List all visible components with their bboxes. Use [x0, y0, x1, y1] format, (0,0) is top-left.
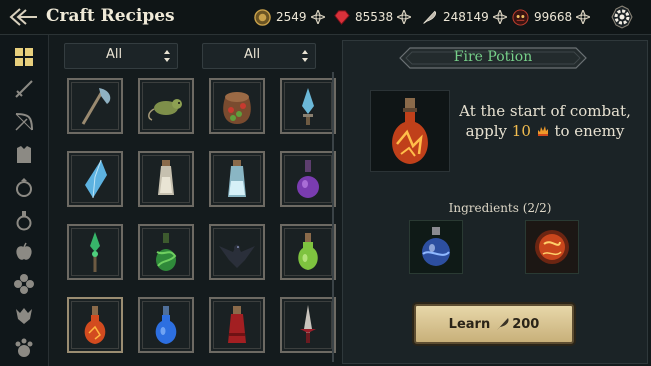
recipe-slot[interactable] — [209, 224, 265, 280]
sort-arrows-icon — [164, 50, 170, 62]
emerald-spear-icon — [90, 232, 100, 272]
armor-icon[interactable] — [13, 144, 35, 166]
grid-scrollbar[interactable] — [332, 72, 334, 362]
apple-icon[interactable] — [13, 241, 35, 263]
crimson-blade-icon — [300, 305, 316, 343]
add-essence-button[interactable] — [576, 10, 591, 24]
description-text-end: to enemy — [549, 122, 625, 140]
grid-icon[interactable] — [13, 46, 35, 68]
mana-flask-icon — [422, 227, 450, 266]
blood-potion-icon — [228, 306, 246, 343]
red-gem-icon — [334, 9, 350, 25]
feather-quill-icon — [422, 9, 436, 24]
recipe-slot[interactable] — [280, 224, 336, 280]
ingredients-label: Ingredients (2/2) — [448, 201, 552, 215]
learn-label: Learn — [448, 316, 491, 332]
beast-icon[interactable] — [13, 305, 35, 327]
category-filter-value: All — [105, 47, 123, 62]
resource-gems: 85538 — [333, 7, 412, 27]
pet-paw-icon[interactable] — [13, 337, 35, 359]
ice-crystal-icon — [85, 159, 107, 199]
gold-amount: 2549 — [276, 10, 307, 24]
page-title: Craft Recipes — [46, 6, 175, 26]
recipe-description: At the start of combat, apply 10 to enem… — [455, 101, 635, 141]
fire-potion-icon — [84, 306, 106, 344]
bone-bottle-icon — [158, 160, 174, 195]
purple-potion-icon — [297, 160, 319, 198]
fire-orb-icon — [535, 230, 569, 264]
recipe-slot[interactable] — [280, 78, 336, 134]
recipe-slot[interactable] — [280, 297, 336, 353]
battle-axe-icon — [81, 88, 111, 125]
recipe-slot[interactable] — [138, 224, 194, 280]
recipe-slot[interactable] — [209, 151, 265, 207]
top-bar: Craft Recipes 2549 85538 248149 99668 — [0, 0, 651, 35]
add-gems-button[interactable] — [397, 10, 412, 24]
learn-cost: 200 — [512, 316, 540, 332]
type-filter-value: All — [243, 47, 261, 62]
resource-gold: 2549 — [254, 7, 325, 27]
frost-bottle-icon — [228, 160, 246, 197]
green-potion-icon — [298, 233, 318, 270]
resource-feathers: 248149 — [421, 7, 507, 27]
blue-potion-icon — [155, 306, 177, 344]
recipe-slot[interactable] — [67, 151, 123, 207]
recipe-slot[interactable] — [209, 78, 265, 134]
settings-gear-icon[interactable] — [609, 5, 635, 29]
add-gold-button[interactable] — [310, 10, 325, 24]
type-filter-dropdown[interactable]: All — [202, 43, 316, 69]
recipe-slot[interactable] — [67, 224, 123, 280]
gems-amount: 85538 — [355, 10, 394, 24]
burn-flame-icon — [537, 126, 548, 136]
feather-quill-icon — [497, 318, 509, 330]
ingredient-slot[interactable] — [409, 220, 463, 274]
crystal-dagger-icon — [302, 88, 314, 125]
resource-essence: 99668 — [512, 7, 591, 27]
feathers-amount: 248149 — [443, 10, 489, 24]
potion-icon[interactable] — [13, 209, 35, 231]
category-filter-dropdown[interactable]: All — [64, 43, 178, 69]
recipe-slot[interactable] — [138, 151, 194, 207]
recipe-slot[interactable] — [209, 297, 265, 353]
add-feathers-button[interactable] — [492, 10, 507, 24]
rat-icon — [148, 99, 182, 121]
sort-arrows-icon — [302, 50, 308, 62]
recipe-slot-selected[interactable] — [67, 297, 123, 353]
green-vine-potion-icon — [156, 233, 177, 271]
essence-amount: 99668 — [534, 10, 573, 24]
sword-icon[interactable] — [13, 78, 35, 100]
bow-icon[interactable] — [13, 111, 35, 133]
demon-skull-icon — [512, 8, 529, 26]
ingredient-slot[interactable] — [525, 220, 579, 274]
crow-icon — [219, 244, 255, 268]
clover-icon[interactable] — [13, 273, 35, 295]
gold-coin-icon — [254, 8, 271, 26]
burn-amount: 10 — [511, 122, 531, 140]
learn-button[interactable]: Learn 200 — [414, 304, 574, 344]
recipe-slot[interactable] — [138, 78, 194, 134]
back-arrow-icon — [9, 8, 37, 26]
recipe-slot[interactable] — [138, 297, 194, 353]
recipe-slot[interactable] — [280, 151, 336, 207]
recipe-title: Fire Potion — [453, 49, 533, 65]
ring-icon[interactable] — [13, 176, 35, 198]
fire-potion-icon — [392, 98, 428, 164]
recipe-slot[interactable] — [67, 78, 123, 134]
recipe-preview — [370, 90, 450, 172]
berry-sack-icon — [223, 92, 251, 124]
category-sidebar — [0, 35, 49, 366]
back-button[interactable] — [8, 6, 38, 28]
